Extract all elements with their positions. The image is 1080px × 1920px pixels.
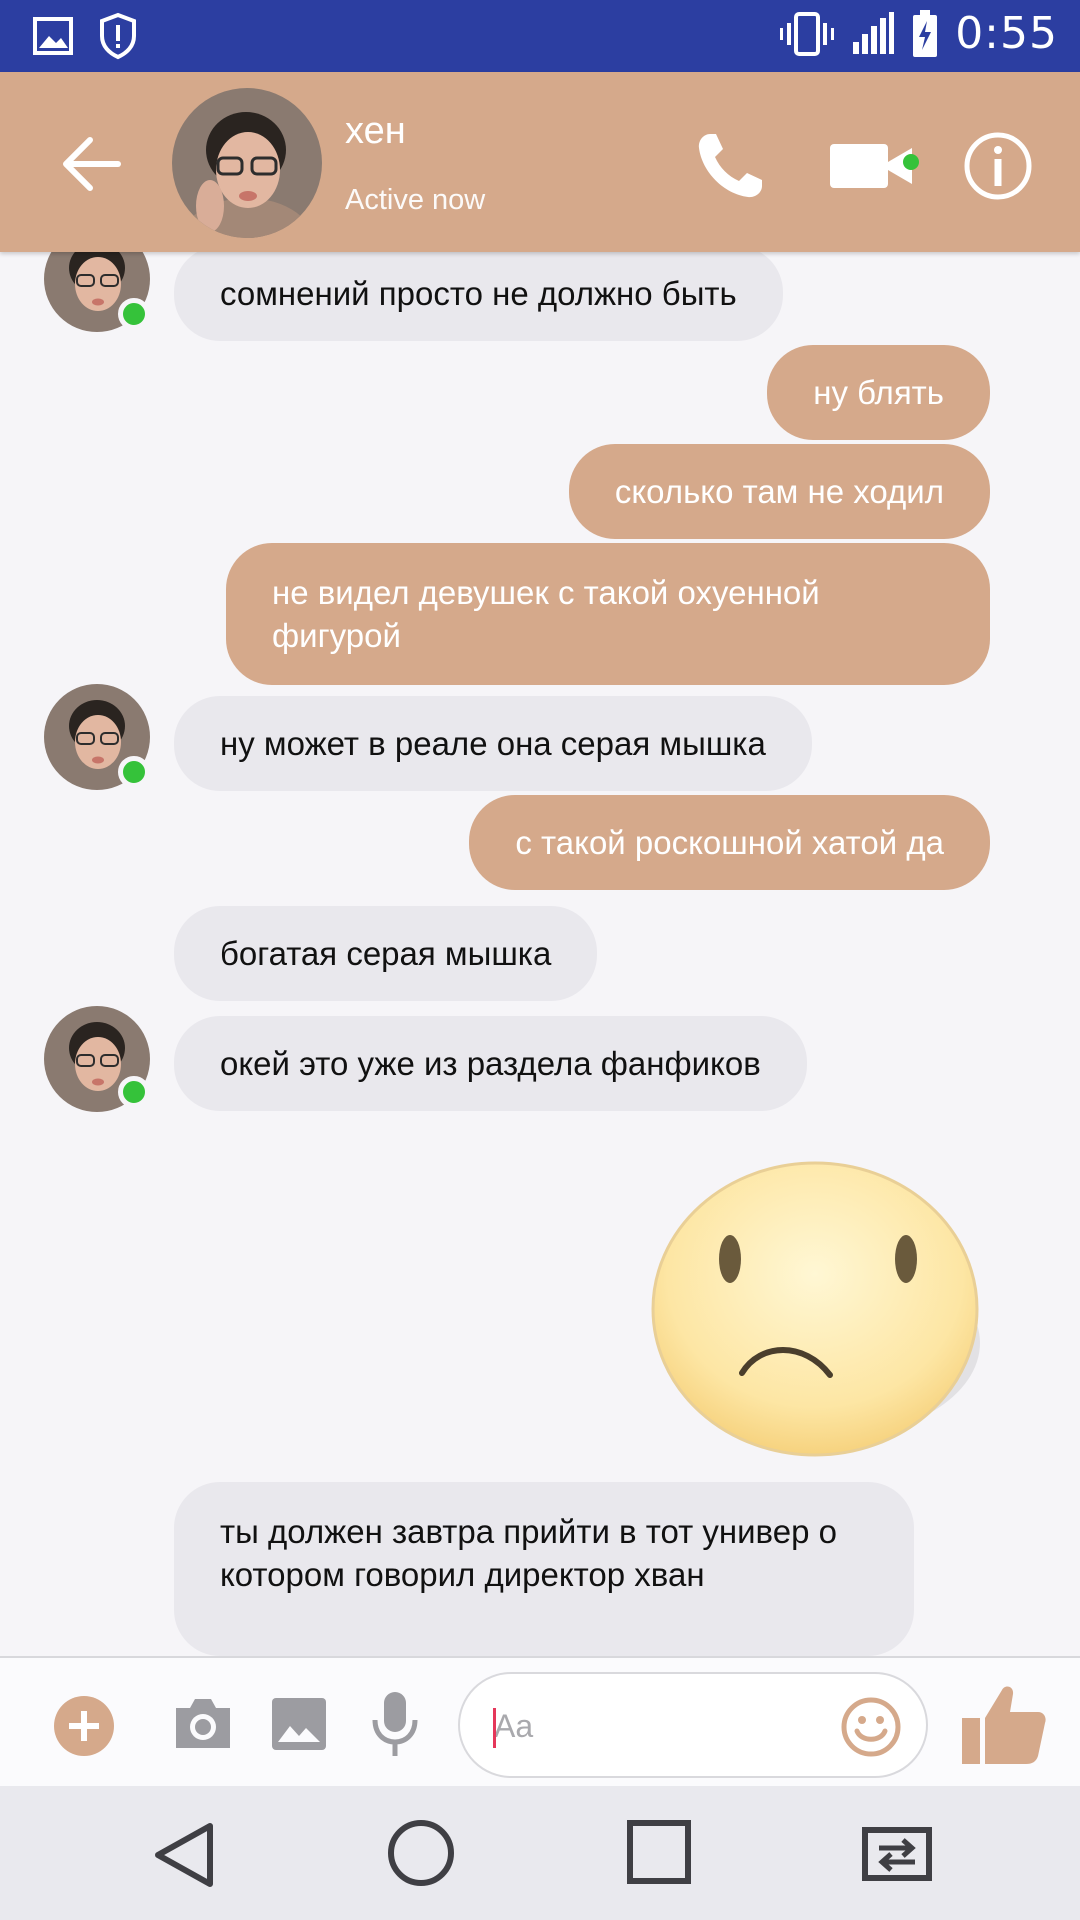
signal-icon bbox=[853, 11, 895, 54]
back-arrow-icon[interactable] bbox=[52, 124, 132, 204]
image-icon[interactable] bbox=[270, 1696, 328, 1752]
message-list[interactable]: сомнений просто не должно быть ну блять … bbox=[0, 252, 1080, 1656]
online-indicator bbox=[118, 1076, 150, 1108]
contact-name[interactable]: хен bbox=[345, 110, 406, 153]
gallery-icon bbox=[33, 17, 73, 55]
contact-status: Active now bbox=[345, 184, 486, 216]
sad-face-sticker[interactable] bbox=[650, 1147, 990, 1467]
message-input-box[interactable] bbox=[458, 1672, 928, 1778]
message-bubble-incoming[interactable]: окей это уже из раздела фанфиков bbox=[174, 1016, 807, 1111]
online-indicator bbox=[118, 756, 150, 788]
home-icon[interactable] bbox=[388, 1820, 454, 1886]
info-icon[interactable] bbox=[962, 130, 1034, 202]
text-caret bbox=[493, 1708, 496, 1748]
online-indicator bbox=[903, 154, 919, 170]
switch-app-icon[interactable] bbox=[855, 1822, 939, 1886]
plus-icon[interactable] bbox=[54, 1696, 114, 1756]
message-bubble-outgoing[interactable]: сколько там не ходил bbox=[568, 444, 990, 539]
phone-icon[interactable] bbox=[692, 126, 770, 204]
back-icon[interactable] bbox=[150, 1820, 218, 1890]
message-bubble-outgoing[interactable]: ну блять bbox=[767, 345, 990, 440]
shield-alert-icon bbox=[100, 12, 136, 60]
vibrate-icon bbox=[780, 11, 835, 56]
camera-icon[interactable] bbox=[172, 1694, 234, 1752]
battery-charging-icon bbox=[913, 9, 938, 57]
message-bubble-incoming[interactable]: сомнений просто не должно быть bbox=[174, 252, 783, 341]
online-indicator bbox=[118, 298, 150, 330]
message-bubble-incoming[interactable]: ну может в реале она серая мышка bbox=[174, 696, 812, 791]
status-bar: 0:55 bbox=[0, 0, 1080, 72]
smiley-icon[interactable] bbox=[840, 1696, 902, 1758]
message-input[interactable] bbox=[494, 1698, 834, 1754]
message-bubble-incoming[interactable]: ты должен завтра прийти в тот универ о к… bbox=[174, 1482, 914, 1656]
message-bubble-outgoing[interactable]: с такой роскошной хатой да bbox=[469, 795, 990, 890]
conversation-header: хен Active now bbox=[0, 72, 1080, 252]
thumbs-up-icon[interactable] bbox=[958, 1678, 1048, 1768]
message-bubble-outgoing[interactable]: не видел девушек с такой охуенной фигуро… bbox=[226, 543, 990, 685]
message-bubble-incoming[interactable]: богатая серая мышка bbox=[174, 906, 598, 1001]
recents-icon[interactable] bbox=[627, 1820, 691, 1884]
clock: 0:55 bbox=[955, 8, 1058, 59]
message-composer bbox=[0, 1656, 1080, 1786]
system-nav-bar bbox=[0, 1786, 1080, 1920]
contact-avatar[interactable] bbox=[172, 88, 322, 238]
microphone-icon[interactable] bbox=[370, 1690, 420, 1758]
